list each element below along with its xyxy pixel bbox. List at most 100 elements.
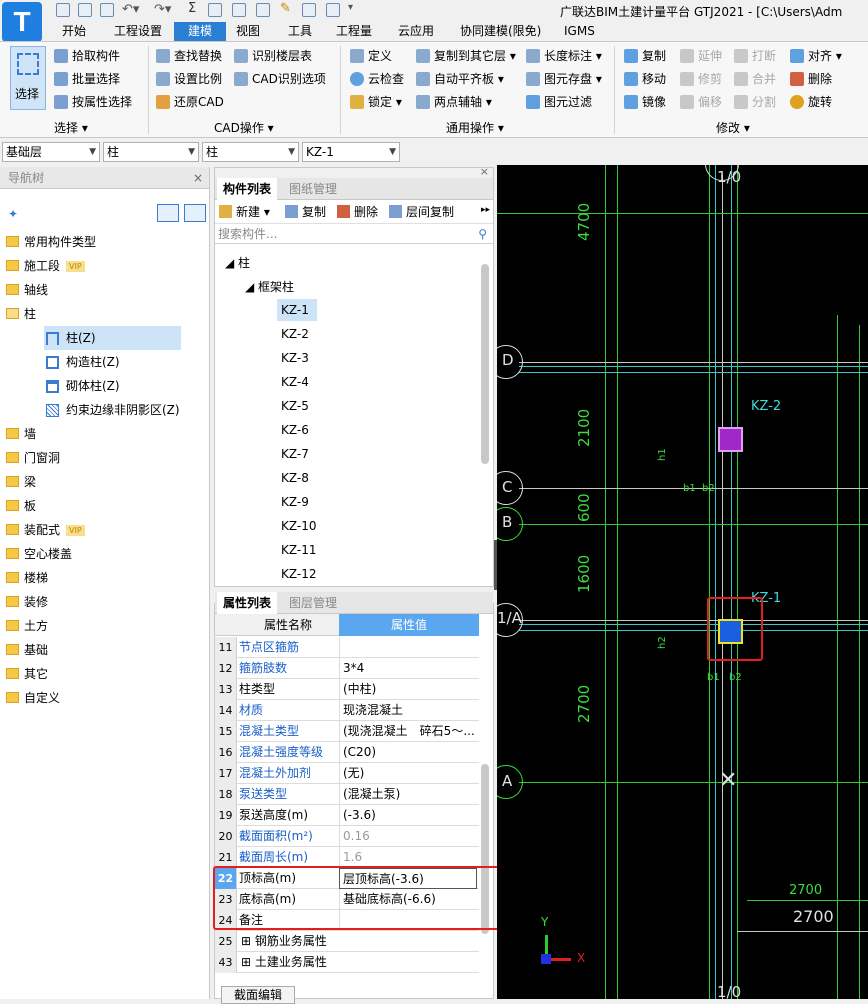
nav-item-earthwork[interactable]: 土方 xyxy=(6,614,48,638)
pencil-icon[interactable]: ✎ xyxy=(280,1,291,16)
cloud-check-button[interactable]: 云检查 xyxy=(350,69,404,89)
break-button[interactable]: 打断 xyxy=(734,46,776,66)
property-row[interactable]: 21 截面周长(m) 1.6 xyxy=(215,847,479,868)
component-item-kz4[interactable]: KZ-4 xyxy=(277,371,313,393)
app-logo[interactable]: T xyxy=(2,2,42,42)
property-row[interactable]: 12 箍筋肢数 3*4 xyxy=(215,658,479,679)
two-point-axis-button[interactable]: 两点辅轴 ▾ xyxy=(416,92,492,112)
trim-button[interactable]: 修剪 xyxy=(680,69,722,89)
property-row[interactable]: 19 泵送高度(m) (-3.6) xyxy=(215,805,479,826)
group-cad-label[interactable]: CAD操作 ▾ xyxy=(214,119,274,136)
rotate-button[interactable]: 旋转 xyxy=(790,92,832,112)
component-item-kz12[interactable]: KZ-12 xyxy=(277,563,320,585)
more-icon[interactable]: ▸▸ xyxy=(481,205,490,215)
component-item-kz5[interactable]: KZ-5 xyxy=(277,395,313,417)
menu-quantity[interactable]: 工程量 xyxy=(330,22,378,41)
nav-item-common[interactable]: 常用构件类型 xyxy=(6,230,96,254)
expand-icon[interactable]: ⊞ xyxy=(241,934,251,948)
property-row[interactable]: 18 泵送类型 (混凝土泵) xyxy=(215,784,479,805)
component-select[interactable]: KZ-1 ▼ xyxy=(302,142,400,162)
save-element-button[interactable]: 图元存盘 ▾ xyxy=(526,69,602,89)
delete-button[interactable]: 删除 xyxy=(790,69,832,89)
element-filter-button[interactable]: 图元过滤 xyxy=(526,92,592,112)
extend-button[interactable]: 延伸 xyxy=(680,46,722,66)
property-row[interactable]: 14 材质 现浇混凝土 xyxy=(215,700,479,721)
nav-item-prefab[interactable]: 装配式 VIP xyxy=(6,518,85,542)
lock-button[interactable]: 锁定 ▾ xyxy=(350,92,402,112)
menu-start[interactable]: 开始 xyxy=(56,22,92,41)
find-replace-button[interactable]: 查找替换 xyxy=(156,46,222,66)
length-dim-button[interactable]: 长度标注 ▾ xyxy=(526,46,602,66)
search-icon[interactable]: ⚲ xyxy=(478,224,487,244)
redo-icon[interactable]: ↷▾ xyxy=(154,2,171,17)
property-row[interactable]: 20 截面面积(m²) 0.16 xyxy=(215,826,479,847)
menu-project-settings[interactable]: 工程设置 xyxy=(108,22,168,41)
property-row[interactable]: 16 混凝土强度等级 (C20) xyxy=(215,742,479,763)
component-item-kz6[interactable]: KZ-6 xyxy=(277,419,313,441)
offset-button[interactable]: 偏移 xyxy=(680,92,722,112)
nav-sub-edge-constraint[interactable]: 约束边缘非阴影区(Z) xyxy=(44,398,180,422)
batch-select-button[interactable]: 批量选择 xyxy=(54,69,120,89)
nav-item-custom[interactable]: 自定义 xyxy=(6,686,60,710)
close-icon[interactable]: × xyxy=(193,167,203,189)
component-item-kz8[interactable]: KZ-8 xyxy=(277,467,313,489)
nav-item-construction-stage[interactable]: 施工段 VIP xyxy=(6,254,85,278)
grid-icon[interactable] xyxy=(302,3,316,17)
report-icon[interactable] xyxy=(232,3,246,17)
nav-item-column[interactable]: 柱 xyxy=(6,302,36,326)
pick-component-button[interactable]: 拾取构件 xyxy=(54,46,120,66)
category-select[interactable]: 柱 ▼ xyxy=(103,142,199,162)
section-edit-button[interactable]: 截面编辑 xyxy=(221,986,295,1004)
nav-item-slab[interactable]: 板 xyxy=(6,494,36,518)
save-icon[interactable] xyxy=(56,3,70,17)
menu-tools[interactable]: 工具 xyxy=(282,22,318,41)
nav-item-foundation[interactable]: 基础 xyxy=(6,638,48,662)
copy-button[interactable]: 复制 xyxy=(624,46,666,66)
copy-component-button[interactable]: 复制 xyxy=(285,203,326,221)
close-icon[interactable]: × xyxy=(480,165,489,178)
nav-sub-column[interactable]: 柱(Z) xyxy=(44,326,181,350)
undo-icon[interactable]: ↶▾ xyxy=(122,2,139,17)
component-item-kz1[interactable]: KZ-1 xyxy=(277,299,317,321)
tree-root[interactable]: ◢ 柱 xyxy=(225,254,250,271)
set-scale-button[interactable]: 设置比例 xyxy=(156,69,222,89)
pin-icon[interactable]: ✦ xyxy=(8,207,18,221)
move-button[interactable]: 移动 xyxy=(624,69,666,89)
nav-item-door-window[interactable]: 门窗洞 xyxy=(6,446,60,470)
property-row[interactable]: 15 混凝土类型 (现浇混凝土 碎石5～... xyxy=(215,721,479,742)
sum-icon[interactable]: Σ xyxy=(188,1,196,16)
nav-item-other[interactable]: 其它 xyxy=(6,662,48,686)
menu-igms[interactable]: IGMS xyxy=(558,22,601,41)
save-as-icon[interactable] xyxy=(100,3,114,17)
check-icon[interactable] xyxy=(256,3,270,17)
merge-button[interactable]: 合并 xyxy=(734,69,776,89)
component-item-kz9[interactable]: KZ-9 xyxy=(277,491,313,513)
property-group-row[interactable]: 25 ⊞ 钢筋业务属性 xyxy=(215,931,479,952)
property-row[interactable]: 13 柱类型 (中柱) xyxy=(215,679,479,700)
cad-options-button[interactable]: CAD识别选项 xyxy=(234,69,326,89)
align-button[interactable]: 对齐 ▾ xyxy=(790,46,842,66)
menu-collab[interactable]: 协同建模(限免) xyxy=(454,22,547,41)
nav-item-stairs[interactable]: 楼梯 xyxy=(6,566,48,590)
nav-item-hollow-slab[interactable]: 空心楼盖 xyxy=(6,542,72,566)
group-select-label[interactable]: 选择 ▾ xyxy=(54,119,88,136)
define-button[interactable]: 定义 xyxy=(350,46,392,66)
split-button[interactable]: 分割 xyxy=(734,92,776,112)
nav-item-beam[interactable]: 梁 xyxy=(6,470,36,494)
list-view-icon[interactable] xyxy=(157,204,179,222)
new-button[interactable]: 新建 ▾ xyxy=(219,203,270,221)
component-item-kz7[interactable]: KZ-7 xyxy=(277,443,313,465)
customize-icon[interactable]: ▾ xyxy=(348,2,353,13)
tree-group-frame-column[interactable]: ◢ 框架柱 xyxy=(245,278,294,295)
menu-view[interactable]: 视图 xyxy=(230,22,266,41)
mirror-button[interactable]: 镜像 xyxy=(624,92,666,112)
restore-cad-button[interactable]: 还原CAD xyxy=(156,92,224,112)
component-item-kz11[interactable]: KZ-11 xyxy=(277,539,320,561)
floor-select[interactable]: 基础层 ▼ xyxy=(2,142,100,162)
property-row[interactable]: 11 节点区箍筋 xyxy=(215,637,479,658)
tab-drawing-management[interactable]: 图纸管理 xyxy=(283,178,343,200)
delete-component-button[interactable]: 删除 xyxy=(337,203,378,221)
drawing-canvas[interactable]: D C B 1/A A 1/0 1/0 4700 2100 600 1600 2… xyxy=(497,165,868,999)
nav-item-wall[interactable]: 墙 xyxy=(6,422,36,446)
column-kz2[interactable] xyxy=(718,427,743,452)
